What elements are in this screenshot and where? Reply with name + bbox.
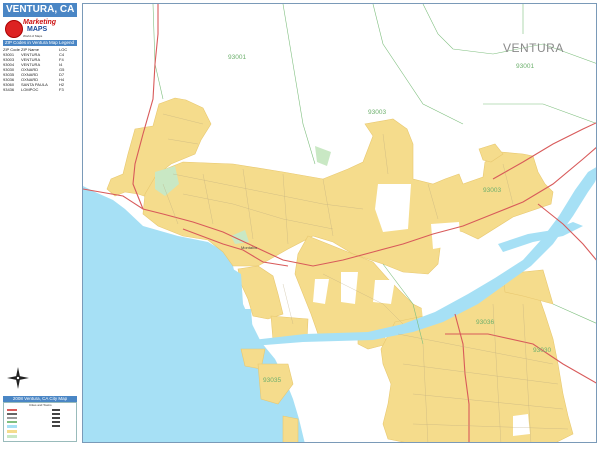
- logo-line2: MAPS: [27, 26, 48, 33]
- legend-swatch: [7, 413, 17, 415]
- zip-label: 93030: [533, 347, 551, 354]
- map-title: VENTURA, CA: [3, 3, 77, 17]
- legend-swatch: [7, 425, 17, 428]
- publisher-logo: Marketing MAPS World of Maps: [5, 19, 75, 40]
- place-label: Montalvo: [241, 245, 258, 250]
- zip-label: 93003: [368, 109, 386, 116]
- legend-swatch: [7, 417, 17, 419]
- table-row: 93436 LOMPOC F3: [3, 87, 77, 92]
- compass-rose-icon: [7, 367, 29, 389]
- legend-swatch: [52, 421, 60, 423]
- legend-swatch: [52, 413, 60, 415]
- legend-swatch: [7, 435, 17, 438]
- zip-table: ZIP Code ZIP Name LOC 93001 VENTURA C4 9…: [3, 47, 77, 92]
- zip-legend-header: ZIP Codes in Ventura Map Legend: [3, 40, 77, 46]
- zip-name: LOMPOC: [21, 87, 39, 92]
- map-legend: Cities and Towns: [3, 402, 77, 442]
- legend-swatch: [7, 430, 17, 433]
- zip-code: 93436: [3, 87, 15, 92]
- map-svg: VENTURA 93001 93001 93003 93003 93036 93…: [83, 4, 596, 442]
- logo-line1: Marketing: [23, 19, 57, 26]
- legend-swatch: [52, 417, 60, 419]
- legend-swatch: [52, 409, 60, 411]
- zip-label: 93001: [516, 63, 534, 70]
- legend-subtitle: Cities and Towns: [29, 403, 52, 407]
- logo-tagline: World of Maps: [23, 34, 43, 38]
- logo-badge-icon: [5, 20, 23, 38]
- city-label: VENTURA: [503, 41, 564, 55]
- zip-label: 93001: [228, 54, 246, 61]
- legend-swatch: [52, 425, 60, 427]
- zip-label: 93035: [263, 377, 281, 384]
- zip-loc: F3: [59, 87, 64, 92]
- zip-label: 93036: [476, 319, 494, 326]
- map-sidebar: VENTURA, CA Marketing MAPS World of Maps…: [0, 0, 80, 450]
- map-canvas[interactable]: VENTURA 93001 93001 93003 93003 93036 93…: [82, 3, 597, 443]
- legend-swatch: [7, 409, 17, 411]
- zip-label: 93003: [483, 187, 501, 194]
- legend-swatch: [7, 421, 17, 423]
